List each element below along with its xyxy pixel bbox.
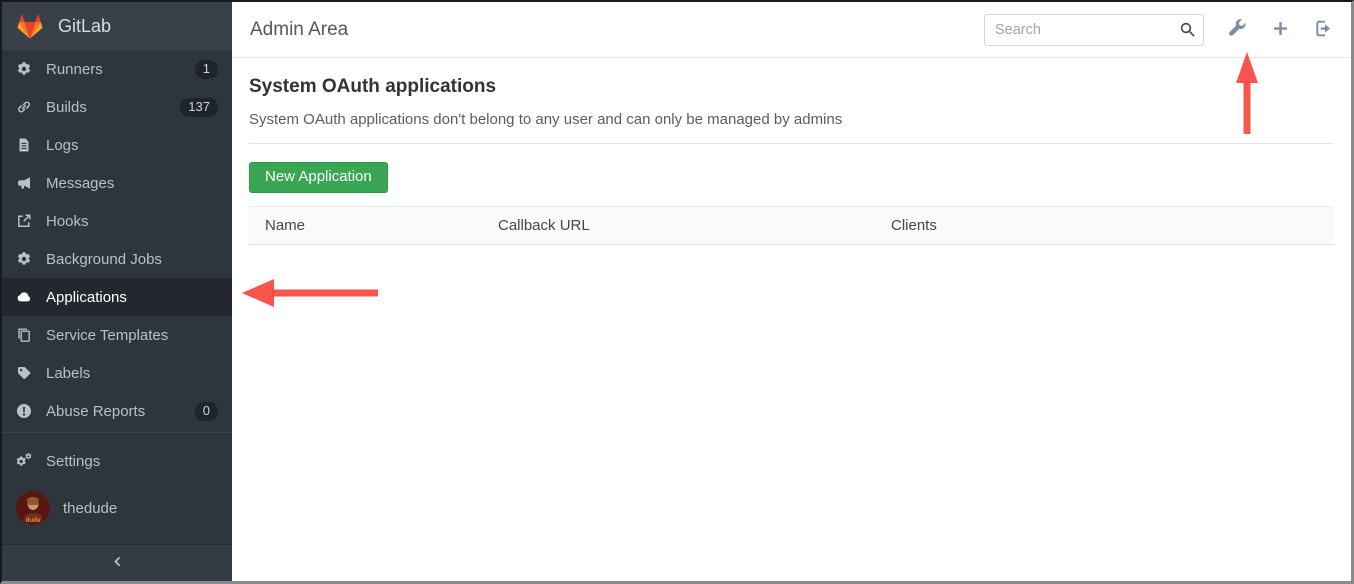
sidebar-header[interactable]: GitLab xyxy=(2,2,232,50)
copy-icon xyxy=(16,327,32,343)
file-icon xyxy=(16,137,32,153)
search-box xyxy=(984,14,1204,46)
applications-table: Name Callback URL Clients xyxy=(249,206,1334,245)
sidebar-item-messages[interactable]: Messages xyxy=(2,164,232,202)
search-icon xyxy=(1179,21,1196,38)
sidebar-item-user[interactable]: dude thedude xyxy=(2,480,232,536)
sidebar-item-label: Hooks xyxy=(46,213,218,230)
sidebar-item-label: Applications xyxy=(46,289,218,306)
admin-wrench-button[interactable] xyxy=(1228,19,1247,41)
sidebar-item-hooks[interactable]: Hooks xyxy=(2,202,232,240)
sidebar-item-label: Runners xyxy=(46,61,195,78)
sidebar-item-background-jobs[interactable]: Background Jobs xyxy=(2,240,232,278)
tag-icon xyxy=(16,365,32,381)
sidebar-item-abuse-reports[interactable]: Abuse Reports0 xyxy=(2,392,232,430)
gear-icon xyxy=(16,61,32,77)
new-application-button[interactable]: New Application xyxy=(249,162,388,193)
svg-text:dude: dude xyxy=(25,517,40,524)
gitlab-tanuki-icon xyxy=(15,11,45,41)
main-area: Admin Area System OAuth applications Sys… xyxy=(232,2,1351,581)
plus-icon xyxy=(1271,19,1290,41)
count-badge: 137 xyxy=(180,98,218,117)
column-header-name: Name xyxy=(249,207,482,245)
sign-out-button[interactable] xyxy=(1314,19,1333,41)
sidebar-item-label: Abuse Reports xyxy=(46,403,195,420)
topbar: Admin Area xyxy=(232,2,1351,58)
content: System OAuth applications System OAuth a… xyxy=(232,58,1351,581)
sidebar-bottom: Settings dude thedude xyxy=(2,432,232,581)
sidebar-nav: Runners1Builds137LogsMessagesHooksBackgr… xyxy=(2,50,232,430)
user-avatar: dude xyxy=(16,491,50,525)
column-header-callback-url: Callback URL xyxy=(482,207,875,245)
cogs-icon xyxy=(16,453,32,469)
wrench-icon xyxy=(1228,19,1247,41)
sidebar-item-label: Logs xyxy=(46,137,218,154)
count-badge: 0 xyxy=(195,402,218,421)
chevron-left-icon xyxy=(111,555,124,572)
link-icon xyxy=(16,99,32,115)
megaphone-icon xyxy=(16,175,32,191)
external-link-icon xyxy=(16,213,32,229)
exclamation-circle-icon xyxy=(16,403,32,419)
app-name: GitLab xyxy=(58,16,111,37)
search-input[interactable] xyxy=(984,14,1204,46)
sidebar-item-logs[interactable]: Logs xyxy=(2,126,232,164)
section-heading: System OAuth applications xyxy=(249,76,1334,98)
column-header-clients: Clients xyxy=(875,207,1334,245)
page-title: Admin Area xyxy=(250,19,348,41)
table-header-row: Name Callback URL Clients xyxy=(249,207,1334,245)
sign-out-icon xyxy=(1314,19,1333,41)
sidebar-item-label: Builds xyxy=(46,99,180,116)
sidebar-item-builds[interactable]: Builds137 xyxy=(2,88,232,126)
divider xyxy=(249,143,1334,144)
new-button[interactable] xyxy=(1271,19,1290,41)
sidebar-collapse-button[interactable] xyxy=(2,544,232,581)
sidebar-item-settings[interactable]: Settings xyxy=(2,442,232,480)
cloud-icon xyxy=(16,289,32,305)
sidebar-item-label: Messages xyxy=(46,175,218,192)
count-badge: 1 xyxy=(195,60,218,79)
sidebar-item-labels[interactable]: Labels xyxy=(2,354,232,392)
sidebar-item-label: Background Jobs xyxy=(46,251,218,268)
gear-icon xyxy=(16,251,32,267)
gitlab-admin-window: GitLab Runners1Builds137LogsMessagesHook… xyxy=(0,0,1354,584)
sidebar-item-label: Service Templates xyxy=(46,327,218,344)
topbar-actions xyxy=(984,14,1333,46)
sidebar-item-applications[interactable]: Applications xyxy=(2,278,232,316)
sidebar: GitLab Runners1Builds137LogsMessagesHook… xyxy=(2,2,232,581)
sidebar-item-label: Settings xyxy=(46,453,218,470)
sidebar-item-label: Labels xyxy=(46,365,218,382)
section-description: System OAuth applications don't belong t… xyxy=(249,111,1334,128)
sidebar-item-runners[interactable]: Runners1 xyxy=(2,50,232,88)
username-label: thedude xyxy=(63,500,218,517)
sidebar-item-service-templates[interactable]: Service Templates xyxy=(2,316,232,354)
